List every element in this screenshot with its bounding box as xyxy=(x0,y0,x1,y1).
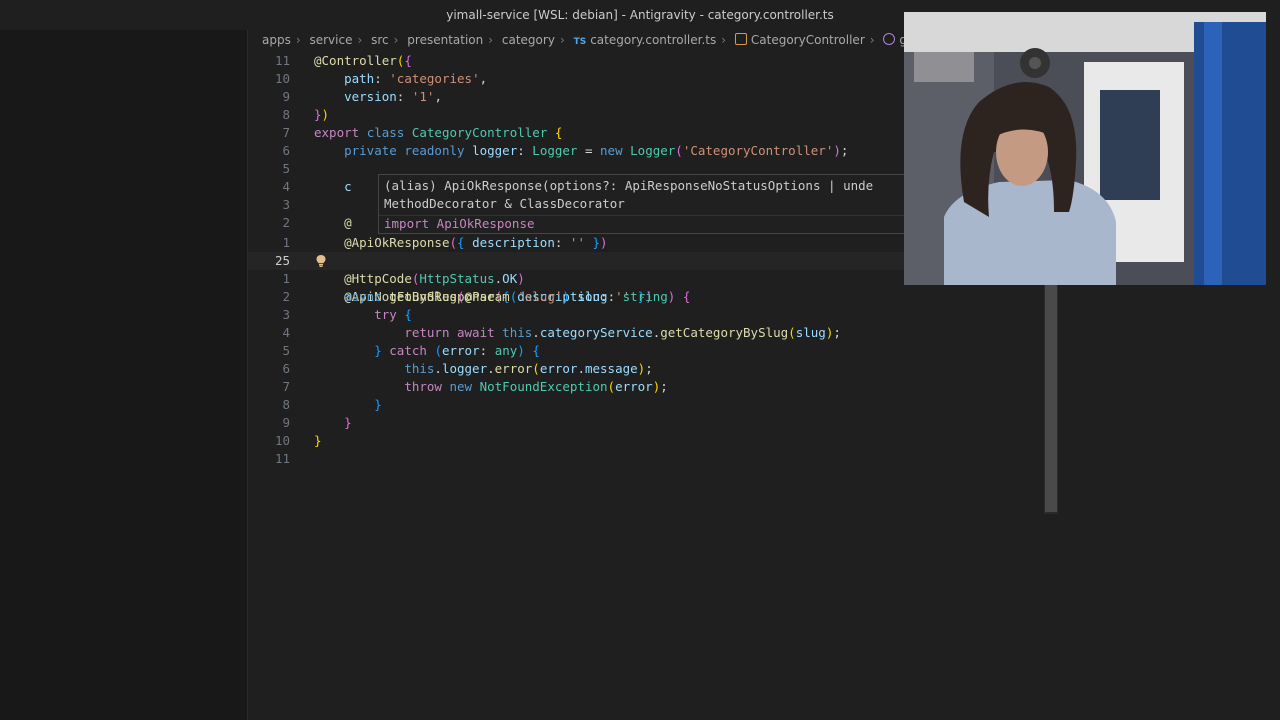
line-number: 7 xyxy=(282,125,290,140)
line-number: 25 xyxy=(274,253,290,268)
hover-signature-return: MethodDecorator & ClassDecorator xyxy=(384,196,625,211)
hover-import: import ApiOkResponse xyxy=(384,216,535,231)
breadcrumb-item[interactable]: category xyxy=(502,30,555,50)
breadcrumb-class[interactable]: CategoryController xyxy=(751,30,865,50)
hover-signature: (alias) ApiOkResponse(options?: ApiRespo… xyxy=(384,178,874,193)
chevron-right-icon: › xyxy=(488,33,494,47)
breadcrumb-item[interactable]: service xyxy=(309,30,352,50)
scrollbar-thumb[interactable] xyxy=(1045,280,1057,512)
chevron-right-icon: › xyxy=(393,33,399,47)
code-line[interactable]: 8 } xyxy=(248,396,1058,414)
lightbulb-icon[interactable] xyxy=(316,255,326,267)
chevron-right-icon: › xyxy=(869,33,875,47)
chevron-right-icon: › xyxy=(295,33,301,47)
hover-tooltip: (alias) ApiOkResponse(options?: ApiRespo… xyxy=(378,174,909,234)
code-line[interactable]: 6 this.logger.error(error.message); xyxy=(248,360,1058,378)
chevron-right-icon: › xyxy=(721,33,727,47)
code-line[interactable]: 9 } xyxy=(248,414,1058,432)
code-line[interactable]: 7 throw new NotFoundException(error); xyxy=(248,378,1058,396)
line-number: 9 xyxy=(282,89,290,104)
line-number: 2 xyxy=(282,215,290,230)
code-line[interactable]: 4 return await this.categoryService.getC… xyxy=(248,324,1058,342)
line-number: 6 xyxy=(282,143,290,158)
webcam-image xyxy=(904,12,1266,285)
code-line[interactable]: 3 try { xyxy=(248,306,1058,324)
line-number: 8 xyxy=(282,397,290,412)
breadcrumb-file[interactable]: category.controller.ts xyxy=(590,30,716,50)
line-number: 11 xyxy=(274,53,290,68)
ts-file-icon: TS xyxy=(573,37,587,47)
line-number: 4 xyxy=(282,325,290,340)
breadcrumb-item[interactable]: src xyxy=(371,30,389,50)
line-number: 6 xyxy=(282,361,290,376)
line-number: 1 xyxy=(282,235,290,250)
webcam-overlay xyxy=(904,12,1266,285)
class-symbol-icon xyxy=(734,33,747,45)
line-number: 3 xyxy=(282,307,290,322)
breadcrumb-item[interactable]: presentation xyxy=(407,30,483,50)
line-number: 4 xyxy=(282,179,290,194)
line-number: 7 xyxy=(282,379,290,394)
code-line[interactable]: 10} xyxy=(248,432,1058,450)
line-number: 3 xyxy=(282,197,290,212)
line-number: 1 xyxy=(282,271,290,286)
code-line[interactable]: 5 } catch (error: any) { xyxy=(248,342,1058,360)
line-number: 8 xyxy=(282,107,290,122)
method-symbol-icon xyxy=(883,33,896,45)
line-number: 5 xyxy=(282,161,290,176)
line-number: 5 xyxy=(282,343,290,358)
chevron-right-icon: › xyxy=(357,33,363,47)
line-number: 10 xyxy=(274,433,290,448)
line-number: 11 xyxy=(274,451,290,466)
side-panel xyxy=(0,30,248,720)
chevron-right-icon: › xyxy=(559,33,565,47)
code-line[interactable]: 2 async getBySlug(@Param('slug') slug: s… xyxy=(248,288,1058,306)
line-number: 2 xyxy=(282,289,290,304)
line-number: 10 xyxy=(274,71,290,86)
code-line[interactable]: 11 xyxy=(248,450,1058,468)
line-number: 9 xyxy=(282,415,290,430)
breadcrumb-item[interactable]: apps xyxy=(262,30,291,50)
